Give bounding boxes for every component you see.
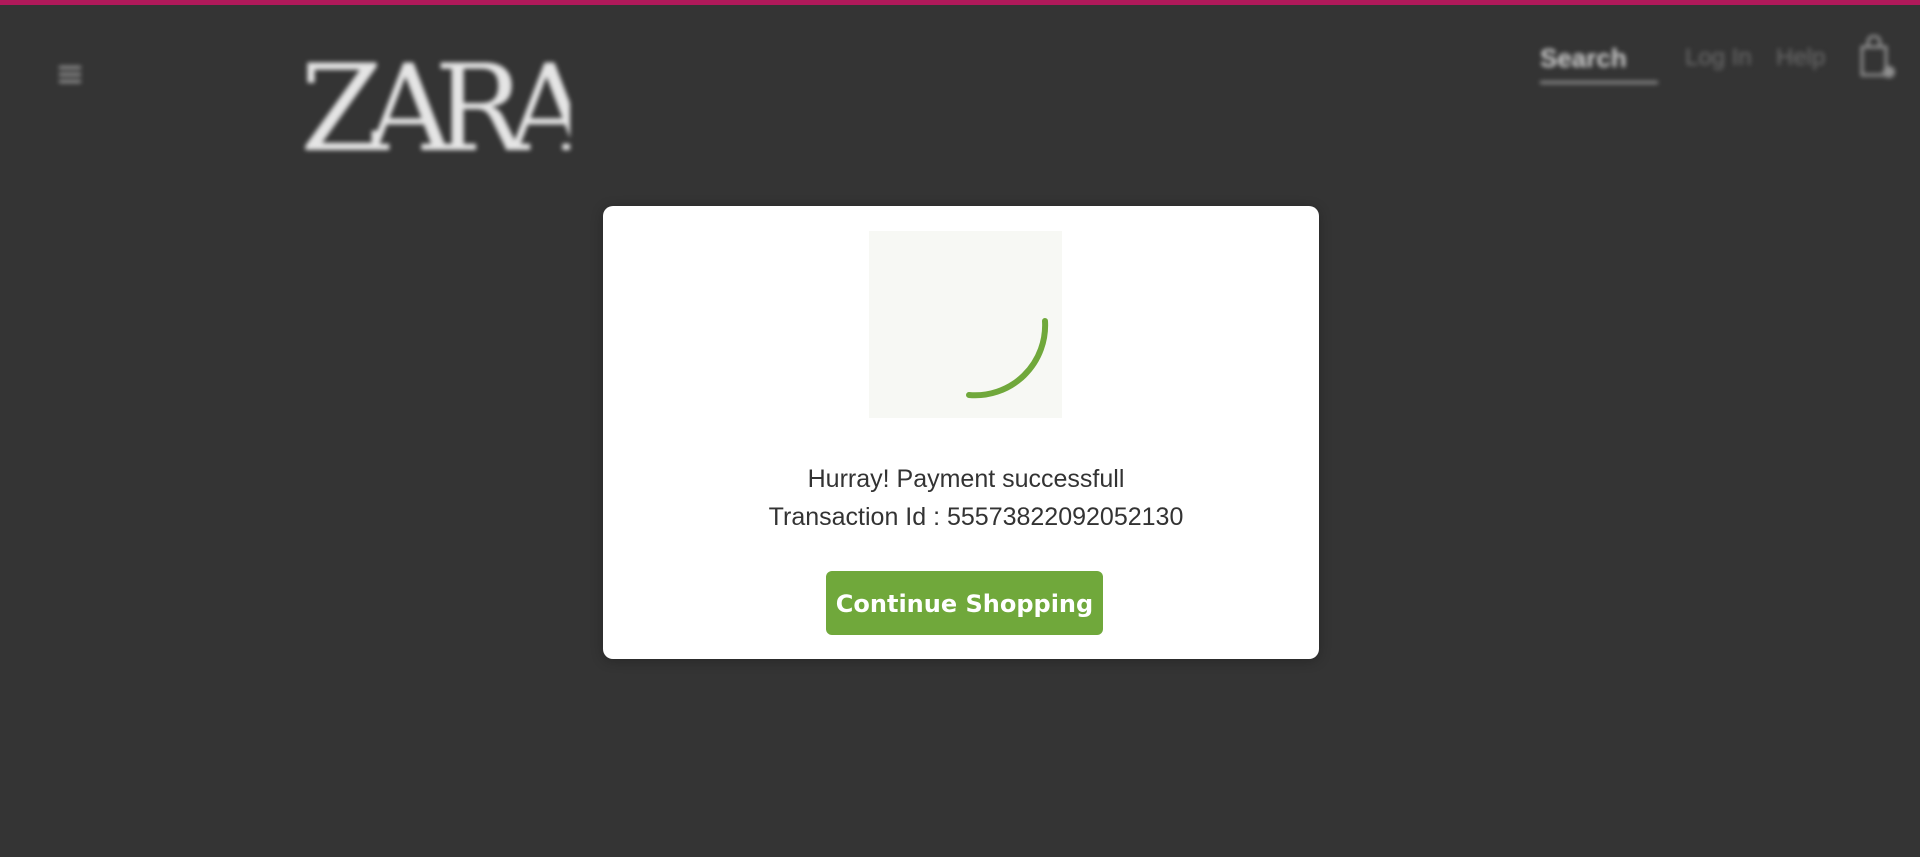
site-header: ZARA Search Log In Help (0, 5, 1920, 175)
payment-message: Hurray! Payment successfull Transaction … (603, 460, 1319, 536)
zara-logo-text: ZARA (300, 40, 570, 160)
zara-logo[interactable]: ZARA (300, 40, 570, 160)
transaction-id-text: Transaction Id : 55573822092052130 (768, 503, 1184, 531)
payment-success-text: Hurray! Payment successfull (807, 465, 1125, 493)
menu-icon[interactable] (59, 66, 81, 84)
payment-success-modal: Hurray! Payment successfull Transaction … (603, 206, 1319, 659)
login-link[interactable]: Log In (1685, 42, 1752, 74)
search-link[interactable]: Search (1540, 39, 1658, 84)
payment-status-animation (869, 231, 1062, 418)
shopping-bag-icon[interactable] (1856, 35, 1896, 79)
continue-shopping-button[interactable]: Continue Shopping (826, 571, 1103, 635)
help-link[interactable]: Help (1776, 42, 1825, 74)
loading-spinner-icon (966, 318, 1049, 399)
